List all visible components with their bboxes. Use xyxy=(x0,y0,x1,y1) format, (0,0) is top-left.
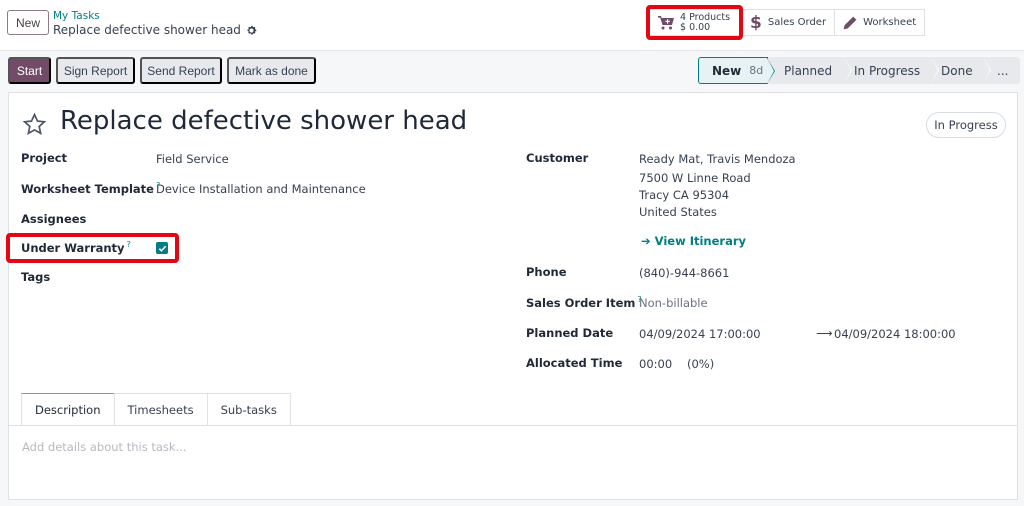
tags-field[interactable] xyxy=(156,270,456,286)
stage-statusbar: New 8d Planned In Progress Done ... xyxy=(698,57,1020,84)
under-warranty-label-text: Under Warranty xyxy=(21,240,125,255)
products-smart-button[interactable]: 4 Products $ 0.00 xyxy=(650,10,742,35)
stage-label: ... xyxy=(997,63,1009,78)
sales-order-item-label-text: Sales Order Item xyxy=(526,295,636,310)
sales-order-item-field[interactable]: Non-billable xyxy=(639,296,708,310)
worksheet-template-label-text: Worksheet Template xyxy=(21,181,154,196)
allocated-time-field[interactable]: 00:00 xyxy=(639,357,672,371)
planned-date-end[interactable]: 04/09/2024 18:00:00 xyxy=(834,327,956,341)
products-amount: $ 0.00 xyxy=(680,21,711,33)
phone-label: Phone xyxy=(526,265,567,279)
assignees-field[interactable] xyxy=(156,212,456,228)
customer-street: 7500 W Linne Road xyxy=(639,171,751,185)
dollar-icon: $ xyxy=(750,12,762,33)
send-report-button[interactable]: Send Report xyxy=(140,57,222,84)
worksheet-template-field[interactable]: Device Installation and Maintenance xyxy=(156,182,366,196)
tags-label: Tags xyxy=(21,270,51,284)
breadcrumb: My Tasks Replace defective shower head xyxy=(53,9,257,37)
products-count: 4 Products xyxy=(680,11,731,23)
products-smart-text: 4 Products $ 0.00 xyxy=(680,11,731,33)
project-field[interactable]: Field Service xyxy=(156,152,229,166)
customer-country: United States xyxy=(639,205,717,219)
cart-plus-icon xyxy=(658,15,674,30)
gear-icon[interactable] xyxy=(246,25,257,36)
customer-label: Customer xyxy=(526,151,589,165)
stage-in-progress[interactable]: In Progress xyxy=(844,57,939,84)
sales-order-item-label: Sales Order Item? xyxy=(526,295,642,310)
start-button[interactable]: Start xyxy=(8,57,51,84)
phone-field[interactable]: (840)-944-8661 xyxy=(639,266,729,280)
under-warranty-label: Under Warranty? xyxy=(21,240,131,255)
stage-label: Planned xyxy=(784,63,833,78)
control-panel: New My Tasks Replace defective shower he… xyxy=(0,0,1024,51)
tab-description[interactable]: Description xyxy=(21,393,115,426)
assignees-label: Assignees xyxy=(21,212,87,226)
new-button[interactable]: New xyxy=(7,10,49,35)
stage-planned[interactable]: Planned xyxy=(768,57,852,84)
smart-buttons: 4 Products $ 0.00 $ Sales Order Workshee… xyxy=(649,9,926,36)
state-selector[interactable]: In Progress xyxy=(926,112,1006,138)
task-title[interactable]: Replace defective shower head xyxy=(60,106,467,136)
worksheet-smart-button[interactable]: Worksheet xyxy=(835,10,924,35)
allocated-time-label: Allocated Time xyxy=(526,356,623,370)
planned-date-start[interactable]: 04/09/2024 17:00:00 xyxy=(639,327,761,341)
stage-label: New xyxy=(712,63,742,78)
date-range-arrow-icon: ⟶ xyxy=(816,326,833,340)
tabs-divider xyxy=(9,425,1017,426)
stage-duration: 8d xyxy=(749,64,764,77)
tab-sub-tasks[interactable]: Sub-tasks xyxy=(206,393,291,426)
sales-order-label: Sales Order xyxy=(767,17,827,28)
planned-date-label: Planned Date xyxy=(526,326,614,340)
checkmark-icon xyxy=(158,245,166,252)
view-itinerary-link[interactable]: ➔ View Itinerary xyxy=(641,234,746,248)
project-label: Project xyxy=(21,151,68,165)
stage-label: Done xyxy=(941,63,973,78)
sales-order-smart-button[interactable]: $ Sales Order xyxy=(742,10,836,35)
customer-name[interactable]: Ready Mat, Travis Mendoza xyxy=(639,152,796,166)
help-tooltip-icon[interactable]: ? xyxy=(127,240,131,249)
breadcrumb-current-label: Replace defective shower head xyxy=(53,23,241,37)
notebook-tabs: Description Timesheets Sub-tasks xyxy=(21,393,291,426)
description-editor[interactable]: Add details about this task... xyxy=(22,440,187,454)
star-icon[interactable] xyxy=(22,112,47,137)
worksheet-template-label: Worksheet Template? xyxy=(21,181,160,196)
worksheet-label: Worksheet xyxy=(863,17,917,28)
stage-label: In Progress xyxy=(854,63,921,78)
view-itinerary-label: View Itinerary xyxy=(654,234,747,248)
customer-city: Tracy CA 95304 xyxy=(639,188,730,202)
tab-timesheets[interactable]: Timesheets xyxy=(113,393,208,426)
breadcrumb-current: Replace defective shower head xyxy=(53,23,257,37)
breadcrumb-parent-link[interactable]: My Tasks xyxy=(53,9,257,23)
mark-as-done-button[interactable]: Mark as done xyxy=(227,57,316,84)
sign-report-button[interactable]: Sign Report xyxy=(56,57,135,84)
allocated-time-percent: (0%) xyxy=(687,357,715,371)
arrow-right-icon: ➔ xyxy=(641,234,655,248)
pencil-icon xyxy=(843,16,857,30)
under-warranty-checkbox[interactable] xyxy=(156,242,168,254)
stage-new[interactable]: New 8d xyxy=(698,57,775,84)
